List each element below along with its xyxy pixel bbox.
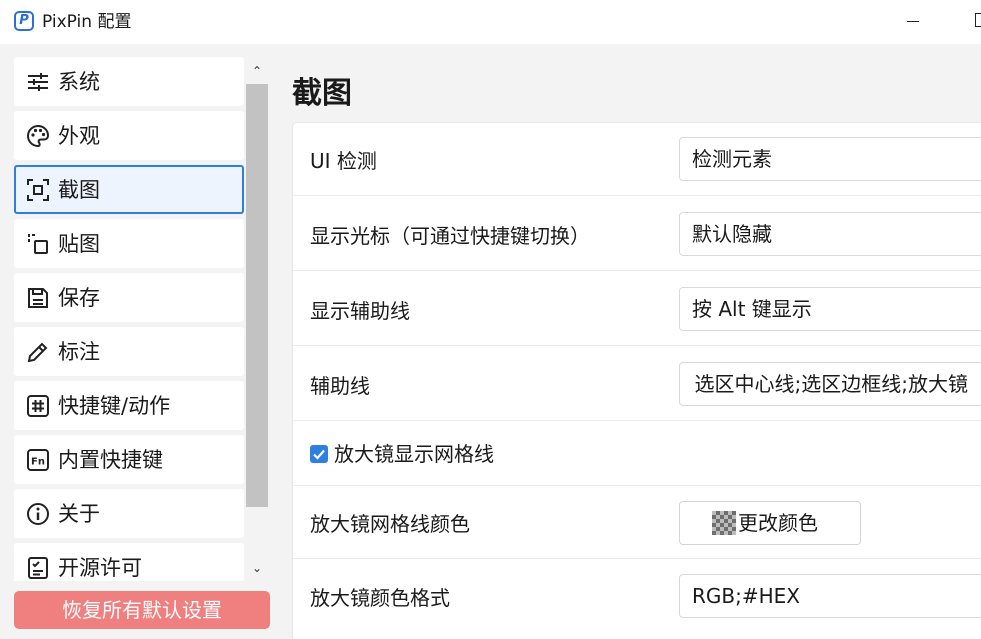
pencil-icon: [26, 340, 50, 364]
sidebar-item-label: 截图: [58, 177, 100, 202]
sidebar-item-label: 开源许可: [58, 555, 142, 580]
sidebar-item-save[interactable]: 保存: [14, 273, 244, 322]
change-color-button[interactable]: 更改颜色: [679, 501, 861, 545]
hashtag-icon: [26, 394, 50, 418]
change-color-button-label: 更改颜色: [738, 511, 818, 535]
sidebar-item-label: 外观: [58, 123, 100, 148]
sidebar-item-label: 系统: [58, 69, 100, 94]
sidebar-item-label: 快捷键/动作: [58, 393, 171, 418]
sidebar-item-system[interactable]: 系统: [14, 57, 244, 106]
guides-value: 选区中心线;选区边框线;放大镜: [694, 372, 968, 396]
ui-detect-select[interactable]: 检测元素: [679, 137, 981, 181]
ui-detect-label: UI 检测: [310, 149, 377, 173]
divider: [293, 485, 981, 486]
color-format-select[interactable]: RGB;#HEX: [679, 574, 981, 618]
title-bar: P PixPin 配置: [0, 0, 981, 44]
color-format-label: 放大镜颜色格式: [310, 586, 450, 610]
palette-icon: [26, 124, 50, 148]
divider: [293, 270, 981, 271]
info-icon: [26, 502, 50, 526]
sidebar-nav: 系统 外观 截图 贴图 保存 标注 快捷键/动作 Fn 内置快捷键 关于 开源许…: [14, 57, 244, 581]
show-cursor-select[interactable]: 默认隐藏: [679, 212, 981, 256]
sidebar-item-label: 关于: [58, 501, 100, 526]
save-icon: [26, 286, 50, 310]
pin-copy-icon: [26, 232, 50, 256]
sidebar-item-label: 保存: [58, 285, 100, 310]
show-cursor-label: 显示光标（可通过快捷键切换）: [310, 224, 590, 248]
sidebar-item-label: 内置快捷键: [58, 447, 163, 472]
sidebar-item-appearance[interactable]: 外观: [14, 111, 244, 160]
sidebar-item-label: 贴图: [58, 231, 100, 256]
minimize-icon[interactable]: [907, 21, 919, 22]
sidebar-item-licenses[interactable]: 开源许可: [14, 543, 244, 581]
sidebar-scrollbar-thumb[interactable]: [246, 84, 268, 507]
sliders-icon: [26, 70, 50, 94]
guides-label: 辅助线: [310, 374, 370, 398]
sidebar-item-pin[interactable]: 贴图: [14, 219, 244, 268]
page-title: 截图: [292, 76, 352, 111]
maximize-icon[interactable]: [975, 13, 981, 27]
sidebar-item-hotkeys[interactable]: 快捷键/动作: [14, 381, 244, 430]
scroll-down-chevron-icon[interactable]: ⌄: [250, 561, 264, 575]
divider: [293, 420, 981, 421]
divider: [293, 345, 981, 346]
color-swatch-icon: [712, 511, 736, 535]
sidebar-item-builtin-hotkeys[interactable]: Fn 内置快捷键: [14, 435, 244, 484]
settings-panel: UI 检测 检测元素 显示光标（可通过快捷键切换） 默认隐藏 显示辅助线 按 A…: [292, 122, 981, 639]
license-check-icon: [26, 556, 50, 580]
divider: [293, 558, 981, 559]
svg-text:Fn: Fn: [31, 456, 45, 467]
scroll-up-chevron-icon[interactable]: ⌃: [250, 64, 264, 78]
show-guides-select[interactable]: 按 Alt 键显示: [679, 287, 981, 331]
checkmark-icon: [313, 449, 325, 460]
sidebar-item-label: 标注: [58, 339, 100, 364]
show-guides-label: 显示辅助线: [310, 299, 410, 323]
magnifier-grid-checkbox[interactable]: [310, 445, 328, 463]
screenshot-frame-icon: [26, 178, 50, 202]
divider: [293, 195, 981, 196]
sidebar-item-screenshot[interactable]: 截图: [14, 165, 244, 214]
fn-key-icon: Fn: [26, 448, 50, 472]
guides-multiselect[interactable]: 选区中心线;选区边框线;放大镜: [679, 362, 981, 406]
reset-all-defaults-button[interactable]: 恢复所有默认设置: [14, 591, 270, 629]
sidebar-item-about[interactable]: 关于: [14, 489, 244, 538]
window-title: PixPin 配置: [42, 12, 132, 32]
sidebar-item-annotate[interactable]: 标注: [14, 327, 244, 376]
grid-color-label: 放大镜网格线颜色: [310, 512, 470, 536]
pixpin-logo-icon: P: [14, 11, 34, 31]
magnifier-grid-checkbox-label[interactable]: 放大镜显示网格线: [334, 441, 494, 467]
